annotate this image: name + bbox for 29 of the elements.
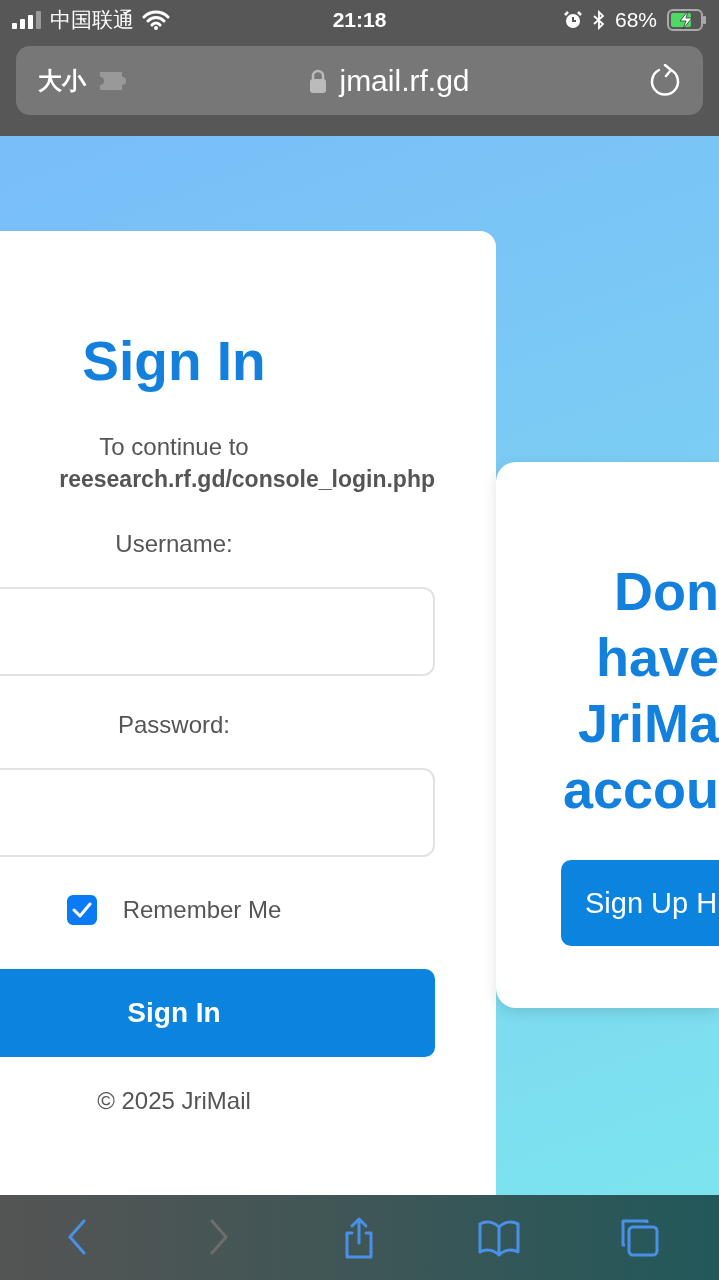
username-label: Username: (114, 529, 234, 559)
reload-icon[interactable] (649, 63, 681, 98)
remember-checkbox[interactable] (66, 895, 97, 925)
sign-in-button[interactable]: Sign In (0, 969, 435, 1057)
sign-in-title: Sign In (81, 329, 267, 393)
wifi-icon (142, 10, 170, 30)
remember-label: Remember Me (122, 896, 282, 924)
username-field[interactable] (0, 587, 435, 676)
url-text[interactable]: jmail.rf.gd (339, 63, 470, 98)
password-field[interactable] (0, 768, 435, 857)
signal-icon (12, 11, 42, 29)
sign-up-heading: accou (562, 758, 719, 821)
lock-icon (309, 67, 328, 94)
alarm-icon (562, 10, 583, 30)
checkmark-icon (71, 902, 92, 918)
continue-url: reesearch.rf.gd/console_login.php (58, 465, 435, 494)
battery-percent: 68% (614, 8, 657, 32)
text-size-button[interactable]: 大小 (38, 64, 86, 97)
sign-up-heading: Don (614, 560, 719, 623)
copyright-text: © 2025 JriMail (96, 1087, 252, 1115)
sign-up-heading: have (595, 626, 719, 689)
bluetooth-icon (592, 10, 605, 30)
carrier-name: 中国联通 (50, 7, 134, 33)
password-label: Password: (116, 710, 231, 740)
sign-up-heading: JriMa (577, 692, 719, 755)
continue-label: To continue to (98, 432, 250, 462)
clock-time: 21:18 (332, 8, 387, 32)
battery-charging-icon (667, 9, 707, 31)
sign-up-button[interactable]: Sign Up H (561, 860, 719, 946)
